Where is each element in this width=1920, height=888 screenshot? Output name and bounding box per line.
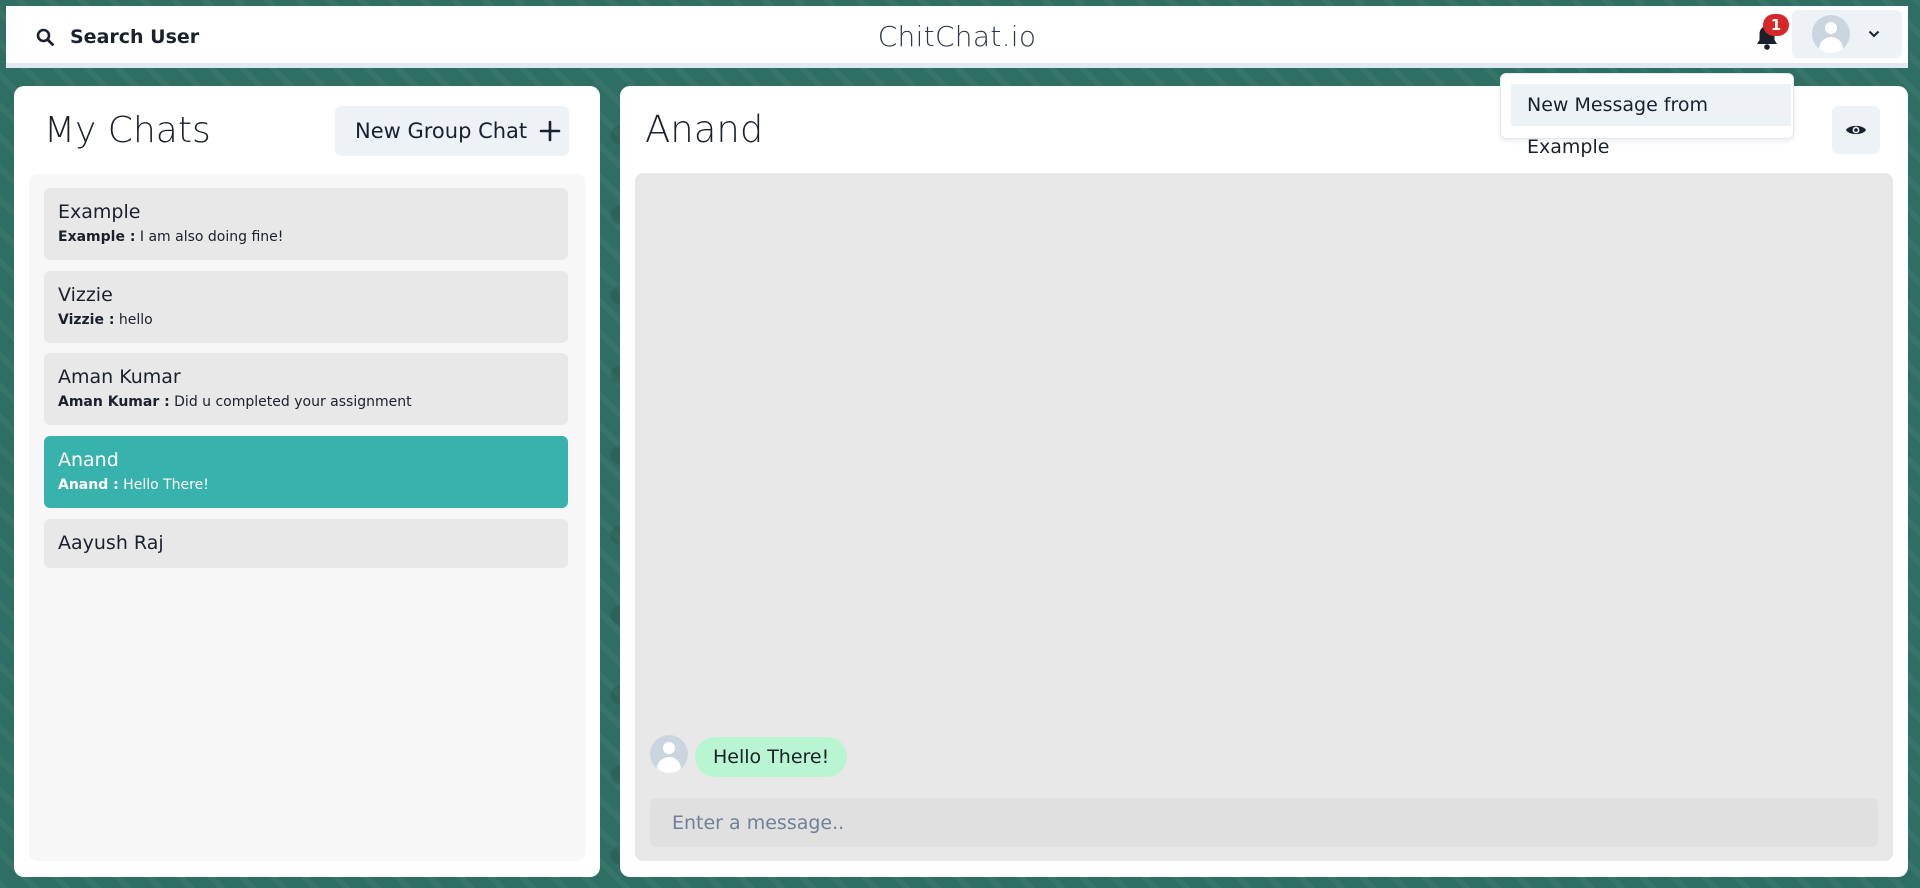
chat-title: Anand [645,108,764,151]
chat-list-item[interactable]: Aman Kumar Aman Kumar : Did u completed … [44,353,568,425]
message-input[interactable] [650,798,1878,847]
chat-list: Example Example : I am also doing fine! … [29,174,585,861]
plus-icon [539,120,561,142]
top-bar: Search User ChitChat.io 1 [6,6,1908,68]
messages-area: Hello There! [635,173,1893,861]
chat-name: Anand [58,449,119,471]
chat-list-item[interactable]: Vizzie Vizzie : hello [44,271,568,343]
chat-preview: Example : I am also doing fine! [58,229,284,245]
chat-list-item-active[interactable]: Anand Anand : Hello There! [44,436,568,508]
notification-item[interactable]: New Message from Example [1511,84,1791,158]
new-group-chat-label: New Group Chat [355,119,528,143]
my-chats-panel: My Chats New Group Chat Example Example … [14,86,600,877]
chat-preview: Aman Kumar : Did u completed your assign… [58,394,412,410]
chat-panel: Anand Hello There! [620,86,1908,877]
chat-preview: Anand : Hello There! [58,477,209,493]
chat-name: Vizzie [58,284,113,306]
chat-name: Aayush Raj [58,532,164,554]
notification-menu: New Message from Example [1500,73,1794,158]
view-profile-button[interactable] [1832,106,1880,154]
chat-preview: Vizzie : hello [58,312,153,328]
app-title: ChitChat.io [877,20,1037,53]
chevron-down-icon [1868,30,1880,38]
new-group-chat-button[interactable]: New Group Chat [335,106,569,156]
chat-list-item[interactable]: Example Example : I am also doing fine! [44,188,568,260]
my-chats-title: My Chats [44,110,211,151]
chat-name: Example [58,201,141,223]
chat-name: Aman Kumar [58,366,181,388]
eye-icon [1846,125,1866,135]
sender-avatar-icon [650,735,688,773]
profile-menu-button[interactable] [1792,10,1902,58]
chat-list-item[interactable]: Aayush Raj [44,519,568,568]
avatar-icon [1812,15,1850,53]
notification-badge: 1 [1763,14,1789,36]
message-bubble: Hello There! [695,737,848,777]
